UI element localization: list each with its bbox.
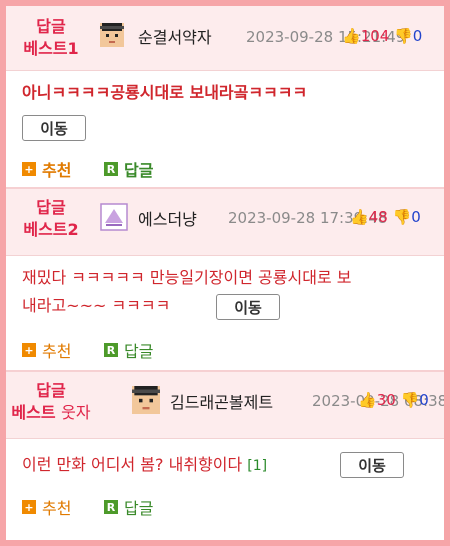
downvote-count: 0 [412,27,423,45]
downvote-count: 0 [419,391,429,409]
reply-card-2: 답글 베스트2 에스더냥 2023-09-28 17:39:48 👍48 👎0 … [6,189,444,372]
downvote-count: 0 [411,208,421,226]
best-badge: 답글 베스트 웃자 [6,380,96,424]
reply-header: 답글 베스트 웃자 김드래곤볼제트 2023-09-28 08:38 👍30 👎… [6,372,444,439]
avatar-icon[interactable] [100,23,124,47]
nickname[interactable]: 김드래곤볼제트 [170,389,273,413]
best-replies-panel: 답글 베스트1 순결서약자 2023-09-28 15:21:49 👍104 👎… [6,6,444,540]
reply-body: 아니ㅋㅋㅋㅋ공룡시대로 보내라곸ㅋㅋㅋㅋ 이동 + 추천 R 답글 [6,71,444,187]
upvote-count: 48 [368,208,388,226]
reply-card-1: 답글 베스트1 순결서약자 2023-09-28 15:21:49 👍104 👎… [6,6,444,189]
nickname[interactable]: 에스더냥 [138,206,197,230]
recommend-button[interactable]: + 추천 [22,495,71,519]
reply-button[interactable]: R 답글 [104,157,153,181]
best-label-line1: 답글 [36,381,66,400]
reply-header: 답글 베스트1 순결서약자 2023-09-28 15:21:49 👍104 👎… [6,6,444,71]
vote-counts: 👍104 👎0 [342,27,422,45]
recommend-label: 추천 [42,499,72,518]
nickname[interactable]: 순결서약자 [138,24,212,48]
reply-text-line1: 재밌다 ㅋㅋㅋㅋㅋ 만능일기장이면 공룡시대로 보 [22,268,352,287]
reply-text-content: 아니ㅋㅋㅋㅋ공룡시대로 보내라곸ㅋㅋㅋㅋ [22,83,308,102]
r-box-icon: R [104,343,118,357]
recommend-label: 추천 [42,161,72,180]
best-label-suffix: 웃자 [61,403,91,422]
r-box-icon: R [104,162,118,176]
recommend-label: 추천 [42,342,72,361]
reply-text: 이런 만화 어디서 봄? 내취향이다 [1] [22,451,267,480]
best-label-line2: 베스트1 [23,39,79,58]
upvote-count: 30 [376,391,396,409]
move-button[interactable]: 이동 [22,115,86,141]
reply-text-content: 이런 만화 어디서 봄? 내취향이다 [22,455,243,474]
reply-button[interactable]: R 답글 [104,338,153,362]
move-button[interactable]: 이동 [340,452,404,478]
best-badge: 답글 베스트2 [6,197,96,241]
r-box-icon: R [104,500,118,514]
avatar-icon[interactable] [132,386,160,414]
thumb-down-icon[interactable]: 👎 [393,208,412,226]
recommend-button[interactable]: + 추천 [22,338,71,362]
vote-counts: 👍48 👎0 [350,208,421,226]
best-badge: 답글 베스트1 [6,16,96,60]
avatar-icon[interactable] [100,203,128,231]
reply-header: 답글 베스트2 에스더냥 2023-09-28 17:39:48 👍48 👎0 [6,189,444,256]
reply-count[interactable]: [1] [247,458,267,474]
upvote-count: 104 [360,27,390,45]
thumb-down-icon[interactable]: 👎 [394,27,413,45]
best-label-line2: 베스트2 [23,220,79,239]
plus-box-icon: + [22,500,36,514]
plus-box-icon: + [22,162,36,176]
best-label-line1: 답글 [36,198,66,217]
thumb-up-icon[interactable]: 👍 [358,391,377,409]
thumb-up-icon[interactable]: 👍 [350,208,369,226]
best-label-line1: 답글 [36,17,66,36]
best-label-prefix: 베스트 [11,403,56,422]
plus-box-icon: + [22,343,36,357]
move-button[interactable]: 이동 [216,294,280,320]
reply-body: 이런 만화 어디서 봄? 내취향이다 [1] 이동 + 추천 R 답글 [6,439,444,529]
reply-button[interactable]: R 답글 [104,495,153,519]
vote-counts: 👍30 👎0 [358,391,429,409]
reply-label: 답글 [124,161,154,180]
reply-card-3: 답글 베스트 웃자 김드래곤볼제트 2023-09-28 08:38 👍30 👎… [6,372,444,529]
recommend-button[interactable]: + 추천 [22,157,71,181]
reply-label: 답글 [124,499,154,518]
reply-body: 재밌다 ㅋㅋㅋㅋㅋ 만능일기장이면 공룡시대로 보 내라고~~~ ㅋㅋㅋㅋ 이동… [6,256,444,370]
thumb-up-icon[interactable]: 👍 [342,27,361,45]
reply-label: 답글 [124,342,154,361]
best-label-line2: 베스트 웃자 [6,402,96,424]
thumb-down-icon[interactable]: 👎 [401,391,420,409]
reply-text: 아니ㅋㅋㅋㅋ공룡시대로 보내라곸ㅋㅋㅋㅋ [22,79,307,107]
